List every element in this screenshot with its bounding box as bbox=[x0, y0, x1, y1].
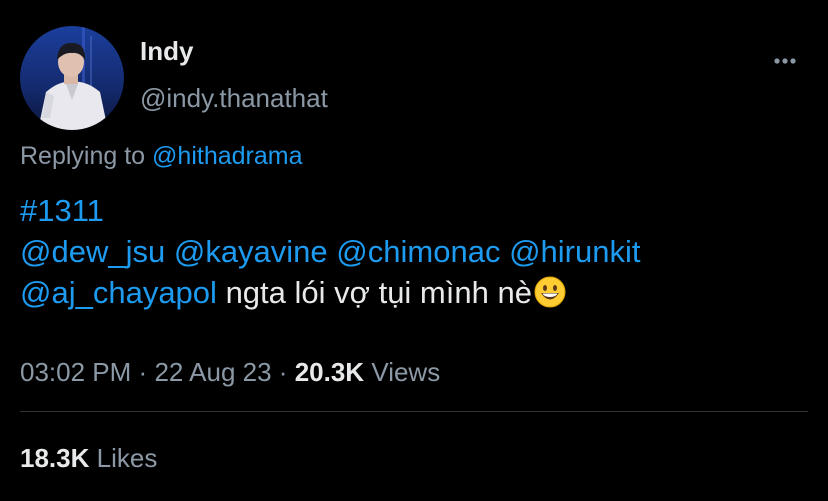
tweet-line-3: @aj_chayapol ngta lói vợ tụi mình nè bbox=[20, 272, 810, 318]
meta-separator: · bbox=[138, 357, 148, 387]
user-handle[interactable]: @indy.thanathat bbox=[140, 83, 328, 114]
tweet-time[interactable]: 03:02 PM bbox=[20, 357, 131, 387]
user-avatar-photo bbox=[20, 26, 124, 130]
tweet-text: #1311 @dew_jsu @kayavine @chimonac @hiru… bbox=[20, 190, 810, 318]
grinning-face-emoji bbox=[534, 276, 566, 318]
likes-count: 18.3K bbox=[20, 443, 90, 473]
avatar[interactable] bbox=[20, 26, 124, 130]
reply-mention-link[interactable]: @hithadrama bbox=[152, 142, 302, 170]
replying-to: Replying to @hithadrama bbox=[20, 142, 302, 171]
display-name[interactable]: Indy bbox=[140, 36, 193, 67]
mention-link[interactable]: @hirunkit bbox=[509, 234, 640, 269]
tweet-line-1: #1311 bbox=[20, 190, 810, 231]
meta-separator: · bbox=[278, 357, 288, 387]
mention-link[interactable]: @kayavine bbox=[174, 234, 328, 269]
mention-link[interactable]: @dew_jsu bbox=[20, 234, 165, 269]
likes-stat[interactable]: 18.3K Likes bbox=[20, 443, 157, 474]
likes-label: Likes bbox=[96, 443, 158, 473]
tweet-date[interactable]: 22 Aug 23 bbox=[154, 357, 271, 387]
mention-link[interactable]: @chimonac bbox=[336, 234, 500, 269]
views-count: 20.3K bbox=[294, 357, 365, 387]
more-options-button[interactable] bbox=[770, 46, 800, 76]
hashtag-link[interactable]: #1311 bbox=[20, 193, 104, 228]
more-horizontal-icon bbox=[774, 58, 796, 64]
tweet-body-text: ngta lói vợ tụi mình nè bbox=[225, 275, 532, 310]
mention-link[interactable]: @aj_chayapol bbox=[20, 275, 217, 310]
tweet-line-2: @dew_jsu @kayavine @chimonac @hirunkit bbox=[20, 231, 810, 272]
tweet-meta: 03:02 PM · 22 Aug 23 · 20.3K Views bbox=[20, 357, 440, 388]
views-label: Views bbox=[371, 357, 441, 387]
divider bbox=[20, 411, 808, 412]
replying-to-label: Replying to bbox=[20, 142, 146, 170]
